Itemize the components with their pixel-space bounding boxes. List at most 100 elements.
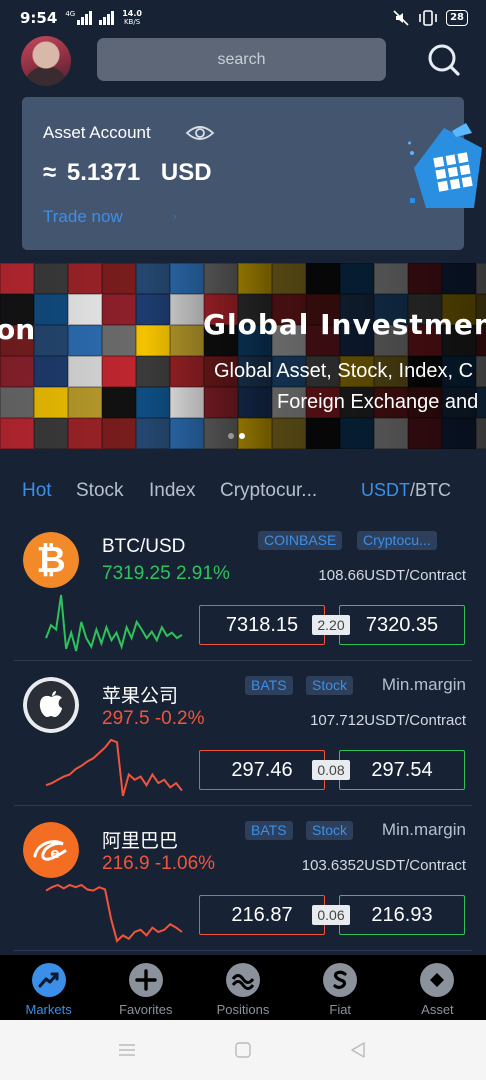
- bottom-navigation: Markets Favorites Positions Fiat Asset: [0, 955, 486, 1020]
- system-navigation-bar: [0, 1020, 486, 1080]
- pair-name: BTC/USD: [102, 536, 186, 557]
- price-change: 216.9 -1.06%: [102, 853, 216, 874]
- search-input[interactable]: search: [97, 38, 386, 81]
- nav-favorites[interactable]: Favorites: [97, 955, 194, 1020]
- signal-icon: 4G: [65, 10, 93, 25]
- buy-price-button[interactable]: 297.54: [339, 750, 465, 790]
- nav-label: Fiat: [329, 1002, 352, 1017]
- status-bar: 9:54 4G 14.0 KB/S 28: [0, 0, 486, 36]
- banner-subtitle-1: Global Asset, Stock, Index, C: [214, 360, 474, 382]
- exchange-tag: COINBASE: [258, 531, 343, 550]
- promo-banner[interactable]: on Global Investment Global Asset, Stock…: [0, 263, 486, 449]
- asset-account-title: Asset Account: [43, 123, 151, 142]
- tab-stock[interactable]: Stock: [76, 480, 124, 502]
- category-tag: Stock: [306, 821, 354, 840]
- banner-pagination[interactable]: [228, 433, 245, 439]
- back-icon[interactable]: [348, 1040, 368, 1060]
- fiat-s-icon: [323, 963, 358, 997]
- contract-size: 107.712USDT/Contract: [310, 712, 466, 729]
- status-time: 9:54: [20, 9, 58, 27]
- avatar[interactable]: [21, 36, 71, 86]
- sparkline-path: [45, 738, 183, 797]
- price-change: 7319.25 2.91%: [102, 563, 230, 584]
- contract-size: 103.6352USDT/Contract: [301, 857, 466, 874]
- market-tabs: Hot Stock Index Cryptocur... USDT/BTC: [0, 474, 486, 508]
- asset-account-card[interactable]: Asset Account ≈ 5.1371 USD Trade now ›: [22, 97, 482, 250]
- svg-text:e: e: [50, 846, 60, 862]
- market-row-apple[interactable]: 苹果公司 297.5 -0.2% BATS Stock Min.margin 1…: [14, 661, 472, 806]
- network-indicators: 4G 14.0 KB/S: [65, 10, 142, 27]
- category-tag: Cryptocu...: [357, 531, 437, 550]
- signal-icon-2: [99, 11, 115, 25]
- nav-asset[interactable]: Asset: [389, 955, 486, 1020]
- positions-wave-icon: [226, 963, 260, 997]
- market-row-btc[interactable]: ₿ BTC/USD 7319.25 2.91% COINBASE Cryptoc…: [14, 516, 472, 661]
- menu-icon[interactable]: [117, 1040, 137, 1060]
- network-type: 4G: [65, 10, 76, 18]
- status-right: 28: [392, 9, 468, 27]
- buy-price-button[interactable]: 216.93: [339, 895, 465, 935]
- exchange-tag: BATS: [245, 821, 293, 840]
- vibrate-icon: [419, 10, 437, 26]
- plus-icon: [128, 963, 163, 997]
- sparkline-path: [45, 594, 183, 652]
- category-tag: Stock: [306, 676, 354, 695]
- search-icon[interactable]: [424, 40, 464, 80]
- price-sparkline: [45, 594, 183, 652]
- tab-index[interactable]: Index: [149, 480, 195, 502]
- quote-currency-toggle[interactable]: USDT/BTC: [361, 480, 451, 501]
- speed-unit: KB/S: [123, 18, 141, 26]
- nav-fiat[interactable]: Fiat: [292, 955, 389, 1020]
- tab-hot[interactable]: Hot: [22, 480, 52, 502]
- exchange-tag: BATS: [245, 676, 293, 695]
- asset-diamond-icon: [420, 963, 455, 997]
- spread-badge: 0.08: [312, 760, 350, 780]
- price-sparkline: [45, 738, 183, 797]
- apple-logo: [23, 677, 79, 733]
- battery-icon: 28: [446, 10, 468, 26]
- nav-label: Markets: [25, 1002, 72, 1017]
- chevron-right-icon[interactable]: ›: [172, 209, 178, 225]
- asset-amount: ≈ 5.1371 USD: [43, 159, 212, 187]
- price-change: 297.5 -0.2%: [102, 708, 205, 729]
- network-speed: 14.0 KB/S: [122, 10, 142, 27]
- eye-icon[interactable]: [185, 123, 215, 143]
- quote-usdt[interactable]: USDT: [361, 480, 410, 500]
- search-placeholder: search: [217, 50, 266, 68]
- buy-price-button[interactable]: 7320.35: [339, 605, 465, 645]
- sparkline-path: [45, 883, 183, 943]
- mute-icon: [393, 10, 409, 26]
- banner-dot-1[interactable]: [228, 433, 234, 439]
- bitcoin-logo: ₿: [23, 532, 79, 588]
- trade-now-link[interactable]: Trade now: [43, 207, 123, 227]
- tab-cryptocurrency[interactable]: Cryptocur...: [220, 480, 317, 502]
- banner-title: Global Investment: [203, 308, 486, 341]
- min-margin-label: Min.margin: [381, 675, 466, 694]
- banner-dot-2[interactable]: [239, 433, 245, 439]
- banner-subtitle-2: Foreign Exchange and: [277, 391, 479, 413]
- asset-amount-value: ≈ 5.1371: [43, 159, 141, 186]
- banner-left-fragment: on: [0, 313, 36, 346]
- gift-icon: [408, 123, 482, 208]
- spread-badge: 2.20: [312, 615, 350, 635]
- asset-currency: USD: [160, 159, 212, 186]
- nav-positions[interactable]: Positions: [194, 955, 291, 1020]
- spread-badge: 0.06: [312, 905, 350, 925]
- svg-text:₿: ₿: [36, 540, 65, 581]
- quote-btc[interactable]: BTC: [415, 480, 451, 500]
- home-icon[interactable]: [233, 1040, 253, 1060]
- nav-markets[interactable]: Markets: [0, 955, 97, 1020]
- min-margin-label: Min.margin: [381, 820, 466, 839]
- markets-chart-icon: [31, 963, 66, 997]
- nav-label: Favorites: [119, 1002, 173, 1017]
- sell-price-button[interactable]: 216.87: [199, 895, 325, 935]
- nav-label: Positions: [216, 1002, 270, 1017]
- pair-name: 阿里巴巴: [102, 831, 179, 852]
- nav-label: Asset: [421, 1002, 454, 1017]
- alibaba-logo: e: [23, 822, 79, 878]
- pair-name: 苹果公司: [102, 686, 179, 707]
- market-row-alibaba[interactable]: e 阿里巴巴 216.9 -1.06% BATS Stock Min.margi…: [14, 806, 472, 951]
- sell-price-button[interactable]: 7318.15: [199, 605, 325, 645]
- sell-price-button[interactable]: 297.46: [199, 750, 325, 790]
- price-sparkline: [45, 883, 183, 943]
